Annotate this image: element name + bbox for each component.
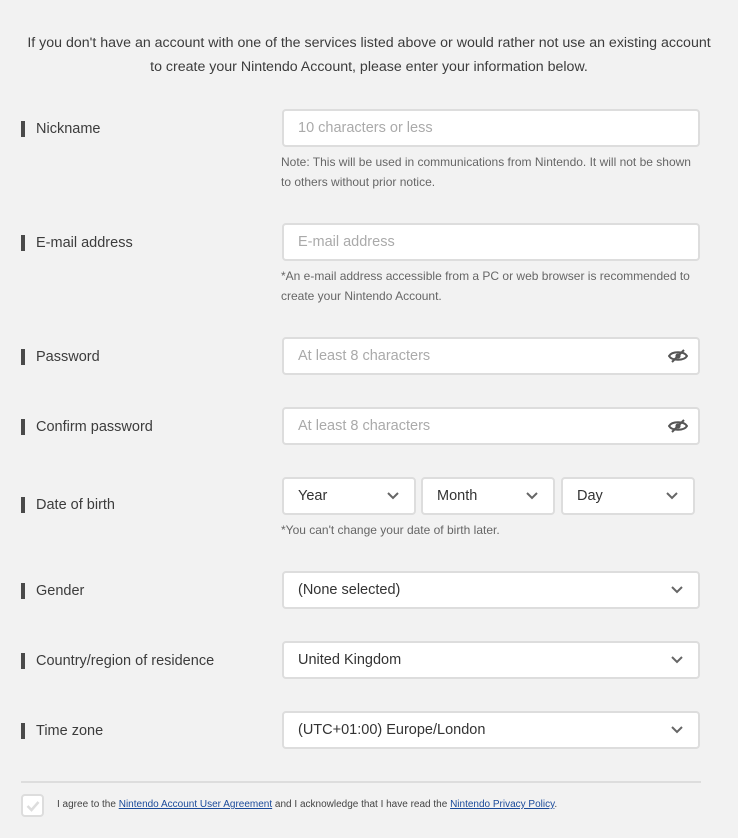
email-field-wrapper — [282, 223, 700, 261]
country-label: Country/region of residence — [21, 653, 214, 669]
nickname-note-line-1: Note: This will be used in communication… — [281, 155, 691, 169]
chevron-down-icon — [666, 492, 678, 500]
email-note: *An e-mail address accessible from a PC … — [281, 266, 701, 306]
password-label: Password — [21, 349, 100, 365]
eye-hidden-icon[interactable] — [668, 419, 688, 433]
timezone-label: Time zone — [21, 723, 103, 739]
gender-label: Gender — [21, 583, 84, 599]
dob-year-select[interactable]: Year — [282, 477, 416, 515]
agree-checkbox[interactable] — [21, 794, 44, 817]
chevron-down-icon — [671, 586, 683, 594]
dob-day-select[interactable]: Day — [561, 477, 695, 515]
eye-hidden-icon[interactable] — [668, 349, 688, 363]
country-value: United Kingdom — [298, 652, 402, 668]
timezone-select[interactable]: (UTC+01:00) Europe/London — [282, 711, 700, 749]
country-select[interactable]: United Kingdom — [282, 641, 700, 679]
agreement-suffix: . — [554, 799, 558, 810]
nickname-label: Nickname — [21, 121, 100, 137]
privacy-policy-link[interactable]: Nintendo Privacy Policy — [450, 799, 554, 810]
divider — [21, 781, 701, 783]
dob-year-value: Year — [298, 488, 328, 504]
nickname-note-line-2: to others without prior notice. — [281, 175, 436, 189]
chevron-down-icon — [671, 656, 683, 664]
dob-month-value: Month — [437, 488, 478, 504]
agreement-prefix: I agree to the — [57, 799, 119, 810]
dob-label: Date of birth — [21, 497, 115, 513]
nickname-note: Note: This will be used in communication… — [281, 152, 701, 192]
confirm-password-input[interactable] — [298, 418, 638, 434]
intro-line-1: If you don't have an account with one of… — [27, 35, 711, 51]
user-agreement-link[interactable]: Nintendo Account User Agreement — [119, 799, 272, 810]
email-note-line-2: create your Nintendo Account. — [281, 289, 442, 303]
email-input[interactable] — [298, 234, 684, 250]
email-note-line-1: *An e-mail address accessible from a PC … — [281, 269, 690, 283]
gender-value: (None selected) — [298, 582, 401, 598]
nickname-field-wrapper — [282, 109, 700, 147]
chevron-down-icon — [526, 492, 538, 500]
agreement-middle: and I acknowledge that I have read the — [272, 799, 451, 810]
timezone-value: (UTC+01:00) Europe/London — [298, 722, 486, 738]
email-label: E-mail address — [21, 235, 133, 251]
dob-day-value: Day — [577, 488, 603, 504]
chevron-down-icon — [387, 492, 399, 500]
gender-select[interactable]: (None selected) — [282, 571, 700, 609]
nickname-input[interactable] — [298, 120, 684, 136]
intro-text: If you don't have an account with one of… — [0, 31, 738, 79]
confirm-password-label: Confirm password — [21, 419, 153, 435]
confirm-password-field-wrapper — [282, 407, 700, 445]
dob-month-select[interactable]: Month — [421, 477, 555, 515]
intro-line-2: to create your Nintendo Account, please … — [150, 59, 588, 75]
dob-note: *You can't change your date of birth lat… — [281, 523, 500, 537]
agreement-text: I agree to the Nintendo Account User Agr… — [57, 798, 557, 812]
password-field-wrapper — [282, 337, 700, 375]
chevron-down-icon — [671, 726, 683, 734]
password-input[interactable] — [298, 348, 638, 364]
check-icon — [26, 801, 40, 812]
